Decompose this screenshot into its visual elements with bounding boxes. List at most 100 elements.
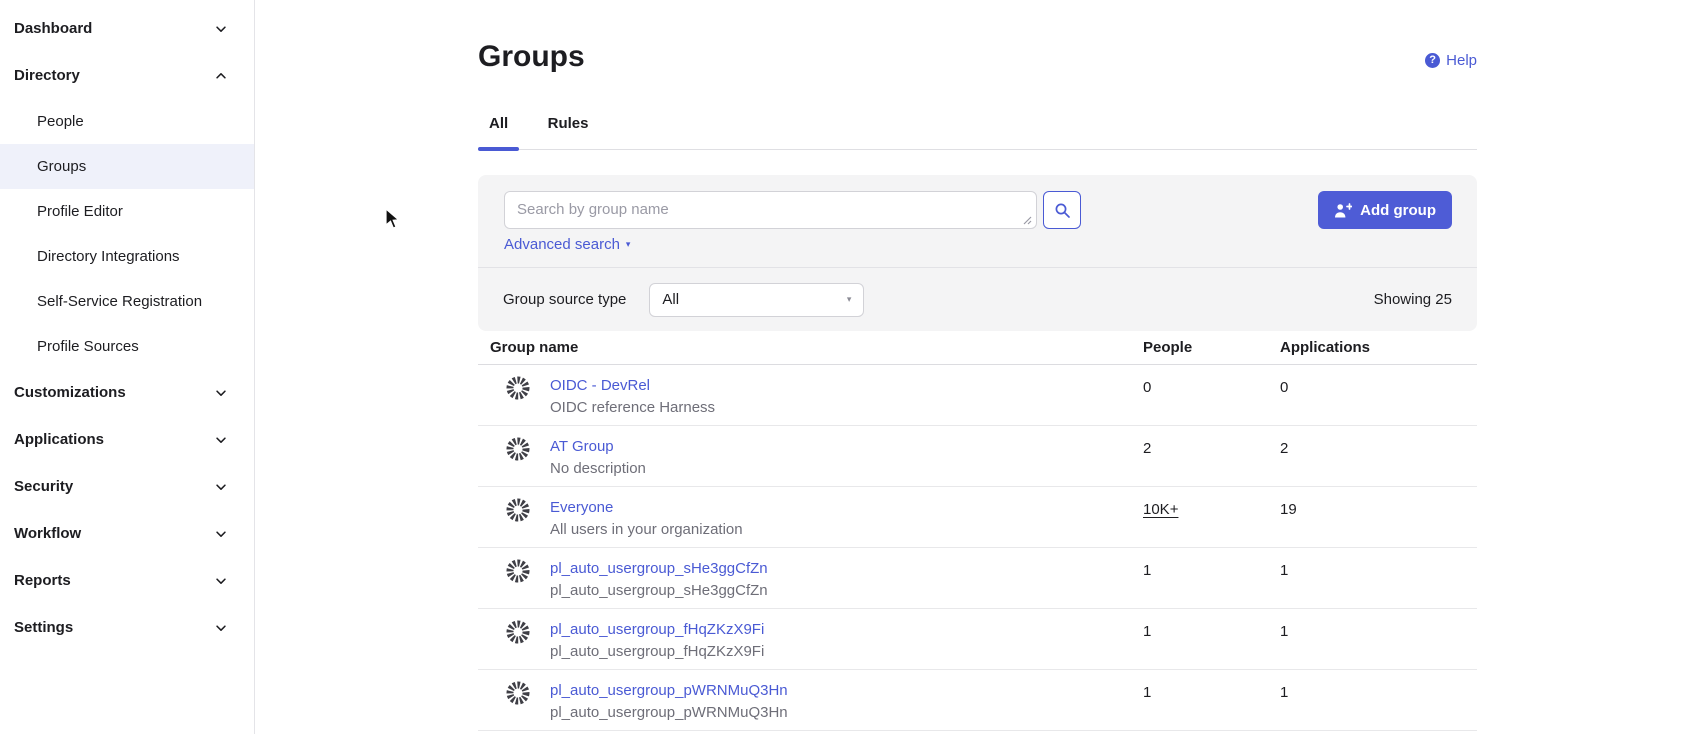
people-count-cell: 2 [1143,426,1280,460]
sidebar-item-profile-sources[interactable]: Profile Sources [0,324,254,369]
chevron-down-icon [214,433,228,447]
people-count: 0 [1143,379,1151,396]
caret-down-icon: ▾ [626,240,631,249]
sidebar-nav: Dashboard Directory People Groups Profil… [0,5,254,651]
search-panel: Advanced search ▾ Add group Group source… [478,175,1477,331]
people-count-cell: 1 [1143,670,1280,704]
table-row: OIDC - DevRel OIDC reference Harness 0 0 [478,365,1477,426]
sidebar-section-label: Settings [14,619,73,636]
sidebar-item-groups[interactable]: Groups [0,144,254,189]
sidebar-item-workflow[interactable]: Workflow [0,510,254,557]
sidebar-section-label: Customizations [14,384,126,401]
sidebar-subitem-label: Groups [37,158,86,175]
applications-count: 2 [1280,440,1288,457]
group-icon [506,620,530,644]
group-name-cell: pl_auto_usergroup_sHe3ggCfZn pl_auto_use… [478,548,1143,602]
search-input[interactable] [504,191,1037,229]
page-title: Groups [478,40,585,74]
people-count-cell: 1 [1143,609,1280,643]
sidebar-item-profile-editor[interactable]: Profile Editor [0,189,254,234]
table-row: pl_auto_usergroup_fHqZKzX9Fi pl_auto_use… [478,609,1477,670]
applications-count: 1 [1280,562,1288,579]
sidebar-item-reports[interactable]: Reports [0,557,254,604]
groups-table: Group name People Applications OIDC - De… [478,331,1477,731]
sidebar: Dashboard Directory People Groups Profil… [0,0,255,734]
group-icon [506,681,530,705]
group-name-cell: pl_auto_usergroup_pWRNMuQ3Hn pl_auto_use… [478,670,1143,724]
group-name-cell: pl_auto_usergroup_fHqZKzX9Fi pl_auto_use… [478,609,1143,663]
table-row: Everyone All users in your organization … [478,487,1477,548]
showing-count: Showing 25 [1374,291,1452,308]
column-group-name: Group name [478,339,1143,356]
applications-count-cell: 1 [1280,609,1477,643]
group-name-cell: AT Group No description [478,426,1143,480]
sidebar-item-people[interactable]: People [0,99,254,144]
sidebar-item-self-service-registration[interactable]: Self-Service Registration [0,279,254,324]
tab-all[interactable]: All [478,113,519,149]
chevron-up-icon [214,69,228,83]
dropdown-selected-value: All [662,291,679,308]
applications-count-cell: 0 [1280,365,1477,399]
people-count: 1 [1143,562,1151,579]
sidebar-section-label: Dashboard [14,20,92,37]
column-applications: Applications [1280,339,1477,356]
sidebar-item-directory-integrations[interactable]: Directory Integrations [0,234,254,279]
tab-rules[interactable]: Rules [537,113,600,149]
table-body: OIDC - DevRel OIDC reference Harness 0 0… [478,365,1477,731]
people-count: 1 [1143,623,1151,640]
group-icon [506,437,530,461]
add-group-button[interactable]: Add group [1318,191,1452,229]
applications-count-cell: 1 [1280,670,1477,704]
applications-count: 1 [1280,684,1288,701]
group-name-link[interactable]: OIDC - DevRel [550,375,715,397]
sidebar-subitem-label: Profile Editor [37,203,123,220]
chevron-down-icon [214,574,228,588]
sidebar-item-applications[interactable]: Applications [0,416,254,463]
sidebar-subitem-label: Profile Sources [37,338,139,355]
applications-count: 19 [1280,501,1297,518]
sidebar-section-label: Security [14,478,73,495]
group-description: pl_auto_usergroup_pWRNMuQ3Hn [550,702,788,724]
group-name-cell: Everyone All users in your organization [478,487,1143,541]
group-name-link[interactable]: pl_auto_usergroup_pWRNMuQ3Hn [550,680,788,702]
people-count: 2 [1143,440,1151,457]
group-name-link[interactable]: AT Group [550,436,646,458]
chevron-down-icon [214,22,228,36]
group-description: OIDC reference Harness [550,397,715,419]
group-name-link[interactable]: pl_auto_usergroup_sHe3ggCfZn [550,558,768,580]
help-link[interactable]: ? Help [1425,52,1477,69]
table-row: pl_auto_usergroup_sHe3ggCfZn pl_auto_use… [478,548,1477,609]
sidebar-subitem-label: People [37,113,84,130]
sidebar-item-settings[interactable]: Settings [0,604,254,651]
chevron-down-icon [214,386,228,400]
chevron-down-icon [214,527,228,541]
applications-count: 0 [1280,379,1288,396]
group-name-link[interactable]: pl_auto_usergroup_fHqZKzX9Fi [550,619,764,641]
search-section: Advanced search ▾ Add group [478,175,1477,268]
group-name-link[interactable]: Everyone [550,497,743,519]
help-label: Help [1446,52,1477,69]
sidebar-subitem-label: Self-Service Registration [37,293,202,310]
group-icon [506,498,530,522]
chevron-down-icon [214,480,228,494]
group-description: pl_auto_usergroup_fHqZKzX9Fi [550,641,764,663]
people-count-cell: 0 [1143,365,1280,399]
sidebar-item-directory[interactable]: Directory [0,52,254,99]
group-icon [506,559,530,583]
people-count: 1 [1143,684,1151,701]
sidebar-section-label: Workflow [14,525,81,542]
group-source-type-dropdown[interactable]: All ▾ [649,283,864,317]
sidebar-item-dashboard[interactable]: Dashboard [0,5,254,52]
search-button[interactable] [1043,191,1081,229]
applications-count-cell: 19 [1280,487,1477,521]
advanced-search-link[interactable]: Advanced search ▾ [504,236,630,253]
group-description: No description [550,458,646,480]
sidebar-item-security[interactable]: Security [0,463,254,510]
table-row: AT Group No description 2 2 [478,426,1477,487]
sidebar-item-customizations[interactable]: Customizations [0,369,254,416]
help-icon: ? [1425,53,1440,68]
people-count[interactable]: 10K+ [1143,501,1178,518]
table-row: pl_auto_usergroup_pWRNMuQ3Hn pl_auto_use… [478,670,1477,731]
mouse-cursor [385,208,401,230]
applications-count-cell: 1 [1280,548,1477,582]
